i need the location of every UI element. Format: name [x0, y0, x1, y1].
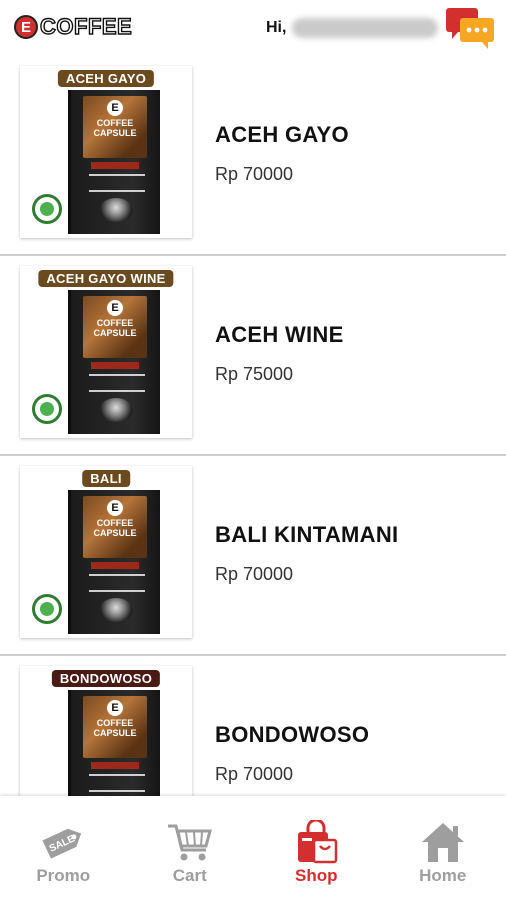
nav-promo[interactable]: SALE Promo [0, 796, 127, 900]
username-redacted [292, 18, 438, 38]
chat-icon[interactable] [444, 6, 496, 50]
nav-cart[interactable]: Cart [127, 796, 254, 900]
product-image[interactable]: ACEH GAYO E COFFEE CAPSULE [20, 66, 192, 238]
product-name[interactable]: BONDOWOSO [215, 722, 369, 748]
app-logo[interactable]: E COFFEE [14, 13, 133, 40]
product-tag: ACEH GAYO WINE [38, 270, 174, 287]
product-name[interactable]: ACEH WINE [215, 322, 344, 348]
product-price: Rp 70000 [215, 764, 294, 784]
sale-tag-icon: SALE [42, 828, 82, 859]
halal-logo-icon [32, 194, 62, 224]
capsule-box-image: E COFFEE CAPSULE [68, 90, 160, 234]
product-price: Rp 70000 [215, 164, 294, 184]
app-header: E COFFEE Hi, [0, 0, 506, 56]
halal-logo-icon [32, 394, 62, 424]
product-tag: BONDOWOSO [51, 670, 161, 687]
product-tag: BALI [82, 470, 130, 487]
logo-badge: E [14, 15, 38, 39]
nav-label: Promo [36, 866, 91, 885]
halal-logo-icon [32, 594, 62, 624]
nav-label: Home [419, 866, 467, 885]
product-row[interactable]: BALI E COFFEE CAPSULE BALI KINTAMANI Rp … [0, 456, 506, 656]
nav-label: Shop [295, 866, 338, 885]
cart-icon [167, 824, 212, 861]
product-image[interactable]: BONDOWOSO E COFFEE CAPSULE [20, 666, 192, 796]
product-row[interactable]: ACEH GAYO WINE E COFFEE CAPSULE ACEH WIN… [0, 256, 506, 456]
product-tag: ACEH GAYO [57, 70, 155, 87]
product-image[interactable]: BALI E COFFEE CAPSULE [20, 466, 192, 638]
nav-home[interactable]: Home [380, 796, 506, 900]
product-list[interactable]: ACEH GAYO E COFFEE CAPSULE ACEH GAYO Rp … [0, 56, 506, 796]
product-name[interactable]: BALI KINTAMANI [215, 522, 398, 548]
home-icon [421, 823, 464, 862]
nav-label: Cart [172, 866, 207, 885]
capsule-box-image: E COFFEE CAPSULE [68, 690, 160, 796]
logo-text: COFFEE [39, 13, 133, 39]
shopping-bag-icon [298, 820, 338, 864]
product-image[interactable]: ACEH GAYO WINE E COFFEE CAPSULE [20, 266, 192, 438]
nav-shop[interactable]: Shop [253, 796, 380, 900]
capsule-box-image: E COFFEE CAPSULE [68, 490, 160, 634]
product-price: Rp 75000 [215, 364, 294, 384]
product-price: Rp 70000 [215, 564, 294, 584]
product-name[interactable]: ACEH GAYO [215, 122, 349, 148]
capsule-box-image: E COFFEE CAPSULE [68, 290, 160, 434]
product-row[interactable]: BONDOWOSO E COFFEE CAPSULE BONDOWOSO Rp … [0, 656, 506, 796]
product-row[interactable]: ACEH GAYO E COFFEE CAPSULE ACEH GAYO Rp … [0, 56, 506, 256]
bottom-nav: SALE Promo Cart Shop Home [0, 796, 506, 900]
greeting: Hi, [266, 19, 287, 36]
